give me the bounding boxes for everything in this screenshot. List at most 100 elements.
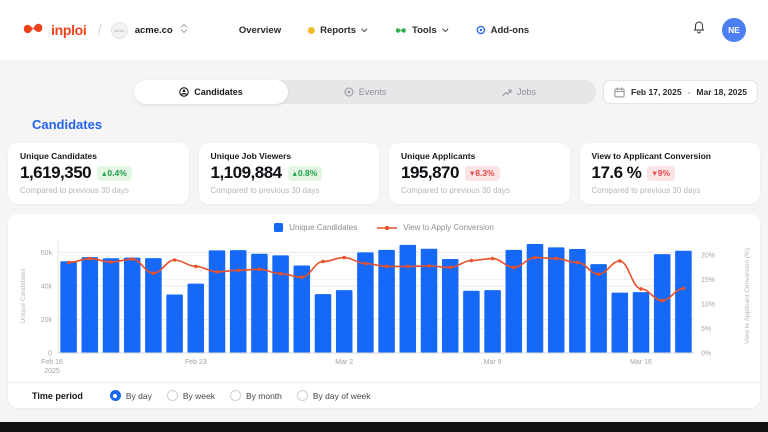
chart-line-point[interactable] — [300, 275, 304, 279]
delta-badge: ▾ 9% — [647, 165, 676, 181]
chart-bar[interactable] — [81, 257, 99, 353]
chart-bar[interactable] — [272, 255, 289, 353]
sort-chevrons-icon — [180, 21, 188, 39]
radio-label: By month — [245, 390, 282, 401]
chart-bar[interactable] — [526, 244, 544, 353]
chart-line-point[interactable] — [109, 260, 113, 264]
brand-logo[interactable]: inploi — [22, 20, 87, 40]
tab-jobs[interactable]: Jobs — [442, 80, 596, 104]
chart-line-point[interactable] — [533, 255, 537, 260]
chart-line-point[interactable] — [194, 264, 198, 269]
page-title: Candidates — [32, 117, 103, 132]
chart-line-point[interactable] — [257, 267, 262, 272]
candidates-chart-card: Unique Candidates View to Apply Conversi… — [8, 214, 760, 408]
stat-card-view-to-applicant-conversion: View to Applicant Conversion 17.6 % ▾ 9% … — [579, 143, 760, 204]
tab-events[interactable]: Events — [288, 80, 442, 104]
user-avatar[interactable]: NE — [722, 18, 746, 42]
time-period-row: Time period By day By week By month By d… — [8, 382, 760, 408]
right-axis-tick: 20% — [701, 253, 715, 260]
chart-bar[interactable] — [399, 244, 417, 353]
right-axis-label: View to Applicant Conversion (%) — [744, 248, 751, 344]
chart-bar[interactable] — [484, 290, 501, 353]
radio-by-month[interactable]: By month — [229, 390, 282, 401]
chart-line-point[interactable] — [88, 256, 92, 261]
chart-line-point[interactable] — [236, 268, 240, 273]
candidates-bar-line-chart: 0% 5% 10% 15% 20% 0 20k 40k 60k Unique Candidates… — [20, 239, 751, 375]
radio-by-day[interactable]: By day — [109, 390, 152, 401]
radio-icon — [109, 390, 121, 401]
chart-line-point[interactable] — [639, 287, 643, 291]
radio-by-week[interactable]: By week — [166, 390, 215, 401]
nav-reports-label: Reports — [320, 24, 356, 36]
legend-unique-candidates[interactable]: Unique Candidates — [274, 223, 357, 232]
right-axis-tick: 15% — [701, 277, 715, 284]
chart-bar[interactable] — [547, 247, 565, 353]
nav-item-tools[interactable]: Tools — [395, 25, 449, 36]
chart-bar[interactable] — [675, 250, 692, 353]
chart-line-point[interactable] — [66, 260, 71, 265]
chart-line-point[interactable] — [427, 264, 431, 268]
left-axis-tick: 20k — [41, 317, 53, 324]
nav-item-addons[interactable]: Add-ons — [476, 25, 529, 36]
chart-bar[interactable] — [441, 258, 459, 353]
reports-dot-icon — [308, 26, 316, 34]
chart-line-point[interactable] — [172, 258, 177, 262]
radio-by-day-of-week[interactable]: By day of week — [296, 390, 371, 401]
notifications-bell-icon[interactable] — [692, 20, 706, 40]
stat-card-unique-candidates: Unique Candidates 1,619,350 ▴ 0.4% Compar… — [8, 143, 189, 204]
chart-line-point[interactable] — [575, 260, 580, 265]
chart-bar[interactable] — [463, 290, 480, 353]
chart-bar[interactable] — [208, 250, 226, 353]
delta-value: 0.8% — [297, 168, 318, 178]
chart-bar[interactable] — [590, 264, 607, 353]
chart-bar[interactable] — [335, 290, 353, 353]
chart-line-point[interactable] — [363, 261, 368, 266]
legend-label: View to Apply Conversion — [403, 223, 494, 232]
stat-card-unique-job-viewers: Unique Job Viewers 1,109,884 ▴ 0.8% Compa… — [198, 143, 379, 204]
chart-line-point[interactable] — [215, 270, 219, 274]
chart-line-point[interactable] — [384, 264, 389, 269]
date-range-picker[interactable]: Feb 17, 2025 - Mar 18, 2025 — [603, 80, 758, 104]
delta-value: 8.3% — [475, 168, 495, 178]
stat-value: 1,109,884 — [210, 163, 283, 182]
chart-bar[interactable] — [60, 261, 77, 353]
chart-line-point[interactable] — [660, 298, 664, 303]
line-dot-swatch-icon — [377, 225, 398, 230]
stat-caption: Compared to previous 30 days — [210, 186, 320, 195]
tab-candidates[interactable]: Candidates — [134, 80, 288, 104]
chart-bar[interactable] — [102, 258, 120, 353]
date-range-start: Feb 17, 2025 — [631, 87, 682, 97]
chart-line-point[interactable] — [342, 255, 347, 260]
chart-line-point[interactable] — [469, 258, 474, 263]
chart-bar[interactable] — [611, 292, 629, 353]
chart-line-point[interactable] — [596, 272, 601, 276]
chart-line-point[interactable] — [554, 256, 558, 261]
chart-bar[interactable] — [123, 257, 141, 353]
time-period-label: Time period — [32, 390, 83, 401]
chart-bar[interactable] — [653, 254, 671, 353]
chart-bar[interactable] — [357, 252, 374, 353]
chart-line-point[interactable] — [151, 271, 156, 275]
org-switcher[interactable]: acme acme.co — [110, 21, 188, 39]
chart-line-point[interactable] — [130, 257, 134, 261]
chart-bar[interactable] — [632, 292, 650, 353]
chart-line-point[interactable] — [490, 256, 495, 261]
radio-icon — [229, 390, 241, 401]
chart-bar[interactable] — [166, 294, 183, 353]
chart-bar[interactable] — [314, 294, 332, 353]
chart-line-point[interactable] — [618, 259, 622, 263]
delta-badge: ▾ 8.3% — [464, 165, 500, 181]
stat-card-unique-applicants: Unique Applicants 195,870 ▾ 8.3% Compared… — [389, 143, 570, 204]
chart-line-point[interactable] — [448, 265, 453, 270]
chart-line-point[interactable] — [681, 286, 686, 291]
chart-bar[interactable] — [229, 250, 247, 353]
nav-item-overview[interactable]: Overview — [239, 25, 281, 36]
chart-line-point[interactable] — [321, 259, 325, 264]
chart-bar[interactable] — [187, 283, 205, 353]
legend-view-to-apply-conversion[interactable]: View to Apply Conversion — [377, 223, 494, 232]
nav-item-reports[interactable]: Reports — [308, 25, 368, 36]
chart-line-point[interactable] — [512, 265, 516, 270]
chart-line-point[interactable] — [278, 271, 283, 276]
chevron-down-icon — [361, 27, 368, 32]
chart-line-point[interactable] — [406, 264, 410, 269]
